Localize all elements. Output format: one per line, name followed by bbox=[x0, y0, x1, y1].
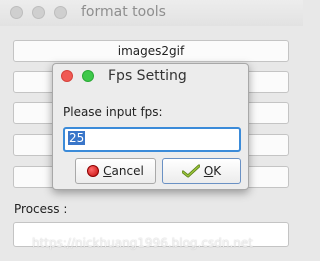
main-titlebar: format tools bbox=[0, 0, 303, 26]
minimize-window-button[interactable] bbox=[32, 6, 45, 19]
fps-input[interactable]: 25 bbox=[63, 127, 241, 152]
dialog-titlebar: Fps Setting bbox=[53, 64, 248, 90]
fps-setting-dialog: Fps Setting Please input fps: 25 Cancel … bbox=[52, 63, 249, 190]
watermark-text: https://nickhuang1996.blog.csdn.net bbox=[32, 236, 253, 250]
ok-label: OK bbox=[203, 164, 222, 178]
ok-button[interactable]: OK bbox=[162, 158, 241, 184]
cancel-button[interactable]: Cancel bbox=[75, 158, 156, 184]
fps-input-value: 25 bbox=[68, 131, 86, 145]
maximize-window-button[interactable] bbox=[54, 6, 67, 19]
window-title: format tools bbox=[81, 4, 166, 20]
cancel-icon bbox=[87, 165, 100, 177]
dialog-maximize-button[interactable] bbox=[82, 70, 94, 82]
images2gif-button[interactable]: images2gif bbox=[13, 40, 289, 62]
fps-prompt-label: Please input fps: bbox=[63, 105, 163, 119]
close-window-button[interactable] bbox=[10, 6, 23, 19]
dialog-close-button[interactable] bbox=[61, 70, 73, 82]
ok-check-icon bbox=[181, 164, 201, 178]
dialog-title: Fps Setting bbox=[108, 68, 187, 84]
process-label: Process : bbox=[14, 202, 68, 216]
cancel-label: Cancel bbox=[103, 164, 144, 178]
